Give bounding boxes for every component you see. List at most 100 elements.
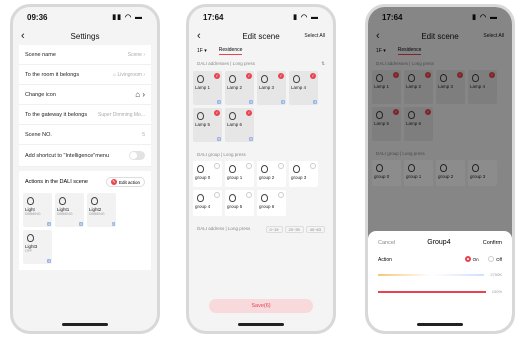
short-address-header: DALI address | Long press 0~19 20~39 40~… <box>189 222 333 237</box>
bulb-icon <box>197 165 204 173</box>
tab-residence[interactable]: Residence <box>218 47 243 55</box>
shortcut-toggle[interactable] <box>129 151 145 160</box>
nav-bar: ‹ Settings <box>13 27 157 45</box>
check-icon: ✓ <box>246 110 252 116</box>
lamp-tile[interactable]: ✓ Lamp 33 <box>257 71 286 105</box>
select-all-button[interactable]: Select All <box>304 33 325 39</box>
color-temp-slider[interactable]: 2700K <box>368 266 512 283</box>
lamp-tile[interactable]: ✓ Lamp 22 <box>225 71 254 105</box>
check-icon: ✓ <box>278 73 284 79</box>
phone-settings: 09:36 ▮▮ ◠ ▬ ‹ Settings Scene name Scene … <box>10 4 160 334</box>
confirm-button[interactable]: Confirm <box>483 240 502 246</box>
change-icon-row[interactable]: Change icon ⌂ › <box>19 85 151 105</box>
group-tile[interactable]: group 1 <box>225 161 254 187</box>
addresses-header: DALI addresses | Long press ⇅ <box>197 61 325 67</box>
bulb-icon <box>293 75 300 83</box>
status-bar: 09:36 ▮▮ ◠ ▬ <box>13 7 157 27</box>
group-tiles: group 0 group 1 group 2 group 3 group 4 … <box>189 161 333 222</box>
bulb-icon <box>27 234 34 242</box>
radio-icon <box>246 163 252 169</box>
group-tile[interactable]: group 0 <box>193 161 222 187</box>
radio-off-icon <box>488 256 495 262</box>
action-tiles: Light DIMMING a Light1 DIMMING b Light2 DIMMI… <box>19 193 151 270</box>
radio-icon <box>246 192 252 198</box>
bulb-icon <box>197 75 204 83</box>
action-row: Action On Off <box>378 256 502 263</box>
check-icon: ✓ <box>310 73 316 79</box>
off-radio[interactable]: Off <box>488 256 502 262</box>
home-indicator <box>238 323 284 326</box>
sort-icon[interactable]: ⇅ <box>321 61 325 67</box>
action-tile[interactable]: Light3 OFF d <box>23 230 52 264</box>
room-row[interactable]: To the room it belongs ⌂ Livingroom › <box>19 65 151 85</box>
edit-icon: ✎ <box>110 179 117 185</box>
group-tile[interactable]: group 6 <box>257 190 286 216</box>
edit-action-button[interactable]: ✎ Edit action <box>105 177 145 187</box>
status-bar: 17:64 ▮ ◠ ▬ <box>189 7 333 27</box>
bulb-icon <box>59 197 66 205</box>
range-tab[interactable]: 0~19 <box>265 226 283 233</box>
signal-icon: ▮ ◠ ▬ <box>293 14 319 21</box>
bulb-icon <box>197 112 204 120</box>
group-tile[interactable]: group 3 <box>289 161 318 187</box>
signal-icon: ▮▮ ◠ ▬ <box>112 14 143 21</box>
sheet-header: Cancel Group4 Confirm <box>368 231 512 254</box>
bulb-icon <box>261 194 268 202</box>
cancel-button[interactable]: Cancel <box>378 240 395 246</box>
lamp-tile[interactable]: ✓ Lamp 11 <box>193 71 222 105</box>
scene-name-row[interactable]: Scene name Scene › <box>19 45 151 65</box>
brightness-slider[interactable]: 100% <box>368 283 512 300</box>
lamp-tile[interactable]: ✓ Lamp 55 <box>193 108 222 142</box>
bulb-icon <box>27 197 34 205</box>
actions-header: Actions in the DALI scene ✎ Edit action <box>19 171 151 193</box>
scene-no-row: Scene NO. 5 <box>19 125 151 145</box>
save-button[interactable]: Save(6) <box>209 299 313 313</box>
on-radio[interactable]: On <box>464 256 479 262</box>
lamp-tile[interactable]: ✓ Lamp 44 <box>289 71 318 105</box>
back-icon[interactable]: ‹ <box>21 30 25 42</box>
status-time: 09:36 <box>27 12 48 22</box>
phone-group-sheet: 17:64 ▮ ◠ ▬ ‹ Edit scene Select All 1F ▾… <box>365 4 515 334</box>
bulb-icon <box>261 75 268 83</box>
range-tabs: 0~19 20~39 40~63 <box>265 226 325 233</box>
floor-tabs: 1F ▾ Residence <box>189 45 333 57</box>
lamp-tiles: ✓ Lamp 11 ✓ Lamp 22 ✓ Lamp 33 ✓ Lamp 44 ✓ Lam… <box>189 71 333 148</box>
groups-header: DALI group | Long press <box>197 152 246 157</box>
bulb-icon <box>197 194 204 202</box>
phone-edit-scene: 17:64 ▮ ◠ ▬ ‹ Edit scene Select All 1F ▾… <box>186 4 336 334</box>
settings-card: Scene name Scene › To the room it belongs… <box>19 45 151 167</box>
check-icon: ✓ <box>214 110 220 116</box>
radio-icon <box>278 192 284 198</box>
sheet-title: Group4 <box>427 239 451 246</box>
radio-icon <box>278 163 284 169</box>
action-tile[interactable]: Light DIMMING a <box>23 193 52 227</box>
bulb-icon <box>229 165 236 173</box>
check-icon: ✓ <box>246 73 252 79</box>
radio-icon <box>310 163 316 169</box>
group-tile[interactable]: group 2 <box>257 161 286 187</box>
range-tab[interactable]: 20~39 <box>284 226 304 233</box>
group-tile[interactable]: group 5 <box>225 190 254 216</box>
range-tab[interactable]: 40~63 <box>305 226 325 233</box>
back-icon[interactable]: ‹ <box>197 30 201 42</box>
action-tile[interactable]: Light1 DIMMING b <box>55 193 84 227</box>
nav-bar: ‹ Edit scene Select All <box>189 27 333 45</box>
home-indicator <box>62 323 108 326</box>
group-tile[interactable]: group 4 <box>193 190 222 216</box>
status-time: 17:64 <box>203 12 224 22</box>
page-title: Settings <box>70 31 100 41</box>
check-icon: ✓ <box>214 73 220 79</box>
home-indicator <box>417 323 463 326</box>
bulb-icon <box>91 197 98 205</box>
shortcut-row: Add shortcut to "Intelligence"menu <box>19 145 151 167</box>
action-tile[interactable]: Light2 DIMMING c <box>87 193 116 227</box>
radio-icon <box>214 192 220 198</box>
bulb-icon <box>293 165 300 173</box>
bulb-icon <box>229 194 236 202</box>
tab-floor[interactable]: 1F ▾ <box>197 48 207 54</box>
gateway-row[interactable]: To the gateway it belongs Super Dimming M… <box>19 105 151 125</box>
group-action-sheet: Cancel Group4 Confirm Action On Off 2700… <box>368 231 512 331</box>
lamp-tile[interactable]: ✓ Lamp 66 <box>225 108 254 142</box>
radio-icon <box>214 163 220 169</box>
bulb-icon <box>261 165 268 173</box>
